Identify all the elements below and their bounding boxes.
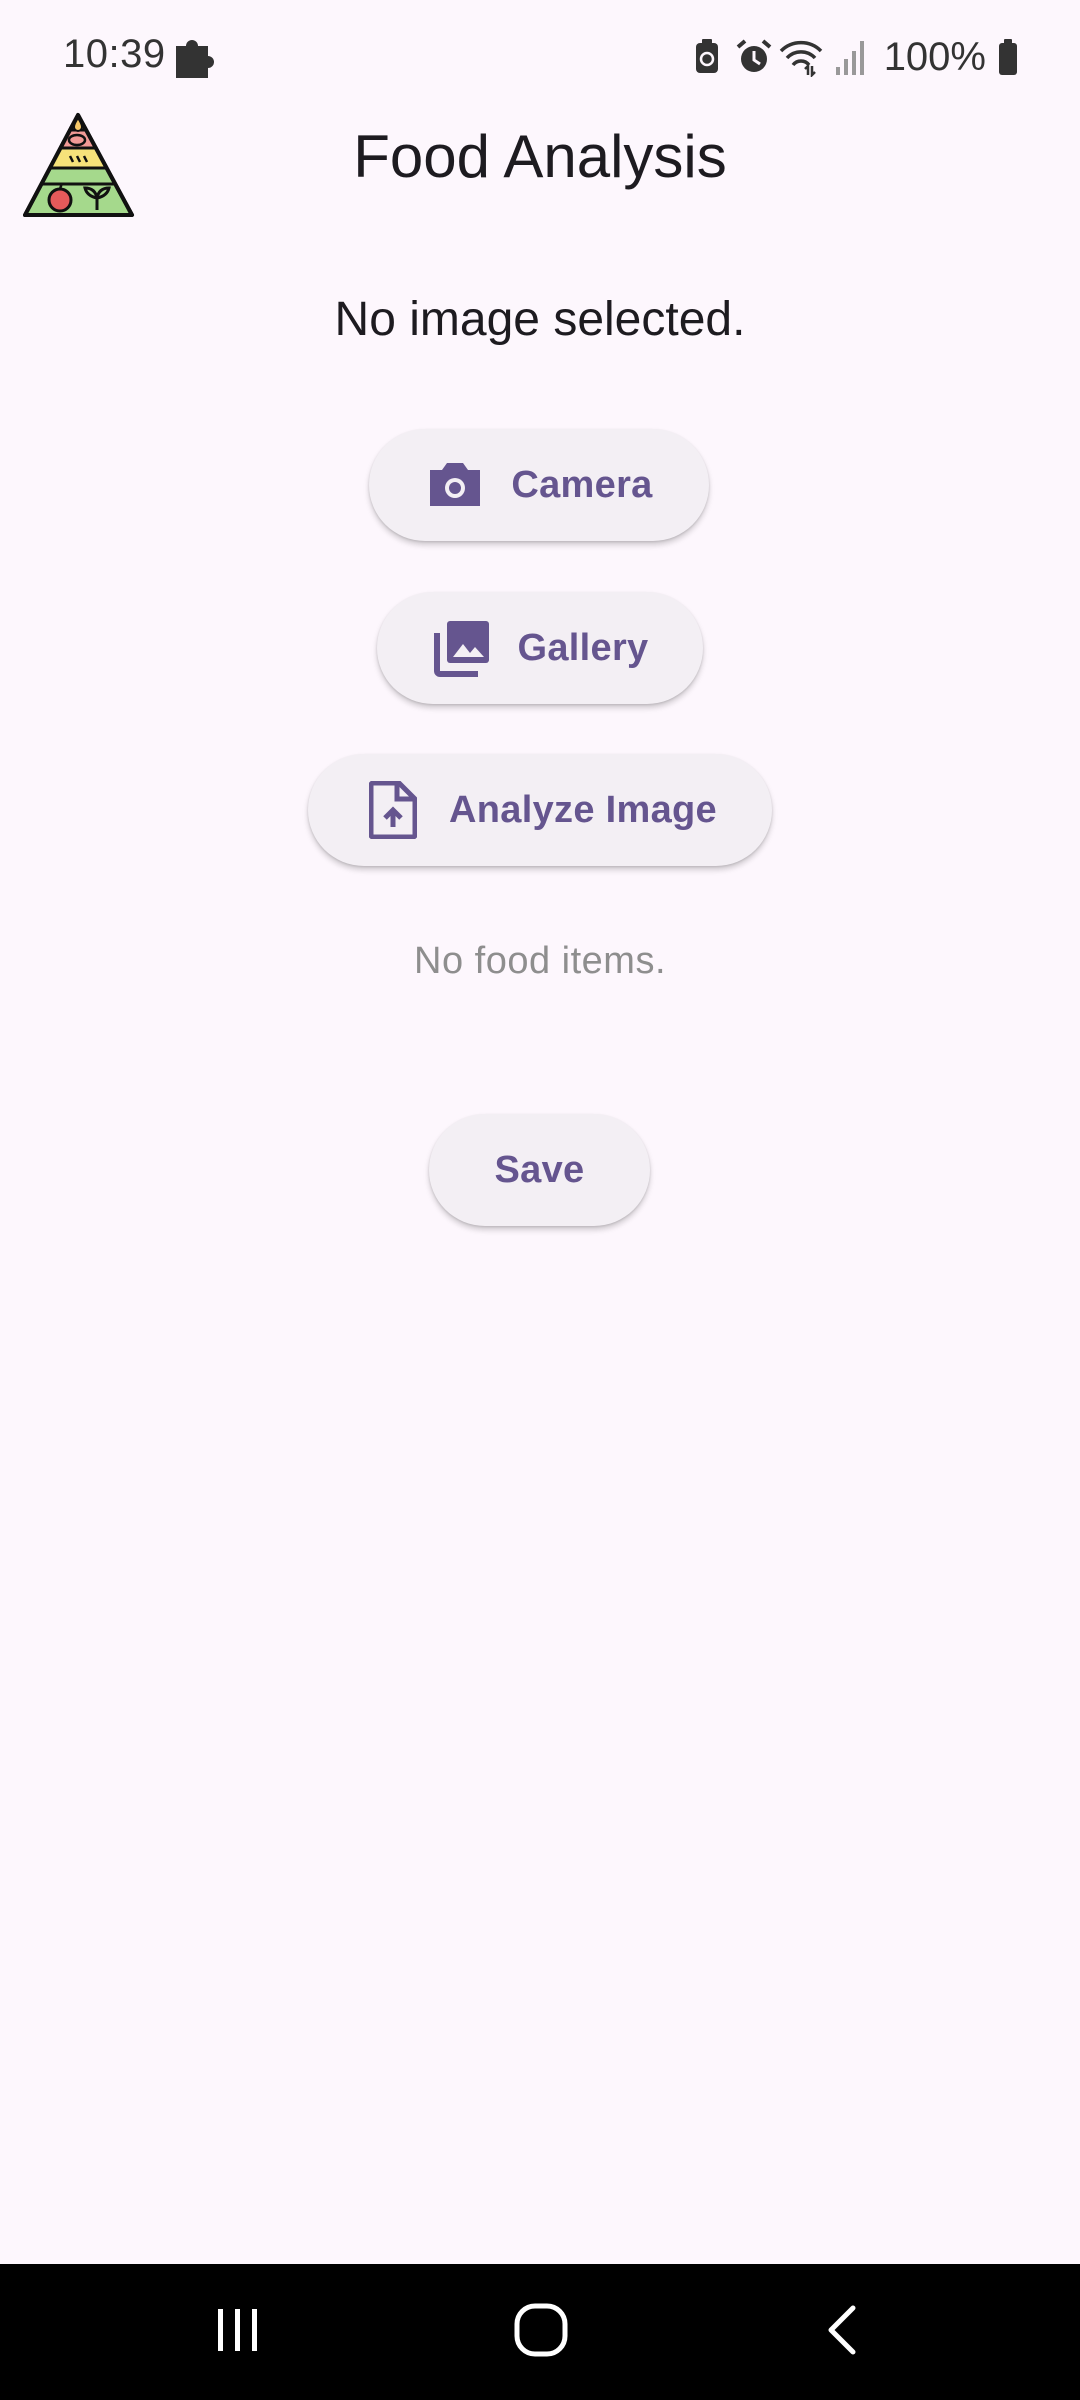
status-icons: 100% — [690, 34, 1020, 80]
gallery-button[interactable]: Gallery — [377, 592, 703, 704]
photo-library-icon — [432, 618, 492, 678]
analyze-image-button-label: Analyze Image — [449, 788, 717, 831]
status-bar: 10:39 100% — [0, 0, 1080, 115]
camera-button[interactable]: Camera — [369, 429, 709, 541]
system-navigation-bar — [0, 2264, 1080, 2400]
battery-percentage: 100% — [883, 34, 986, 79]
signal-icon — [834, 37, 868, 77]
food-items-status-text: No food items. — [414, 940, 666, 982]
back-button[interactable] — [743, 2264, 943, 2400]
camera-icon — [425, 455, 485, 515]
analyze-image-button[interactable]: Analyze Image — [308, 754, 772, 866]
battery-icon — [996, 37, 1020, 77]
recents-icon — [213, 2305, 263, 2360]
page-title: Food Analysis — [353, 123, 727, 190]
back-icon — [823, 2302, 863, 2363]
camera-button-label: Camera — [511, 463, 653, 506]
status-time: 10:39 — [63, 32, 166, 76]
wifi-icon — [778, 37, 824, 79]
image-status-text: No image selected. — [334, 293, 746, 346]
puzzle-icon — [170, 34, 214, 80]
battery-saver-icon — [690, 37, 724, 77]
alarm-icon — [734, 37, 771, 77]
gallery-button-label: Gallery — [517, 626, 649, 669]
recents-button[interactable] — [138, 2264, 338, 2400]
home-icon — [513, 2302, 569, 2363]
upload-file-icon — [363, 780, 423, 840]
save-button[interactable]: Save — [429, 1114, 650, 1226]
save-button-label: Save — [494, 1148, 585, 1191]
home-button[interactable] — [441, 2264, 641, 2400]
